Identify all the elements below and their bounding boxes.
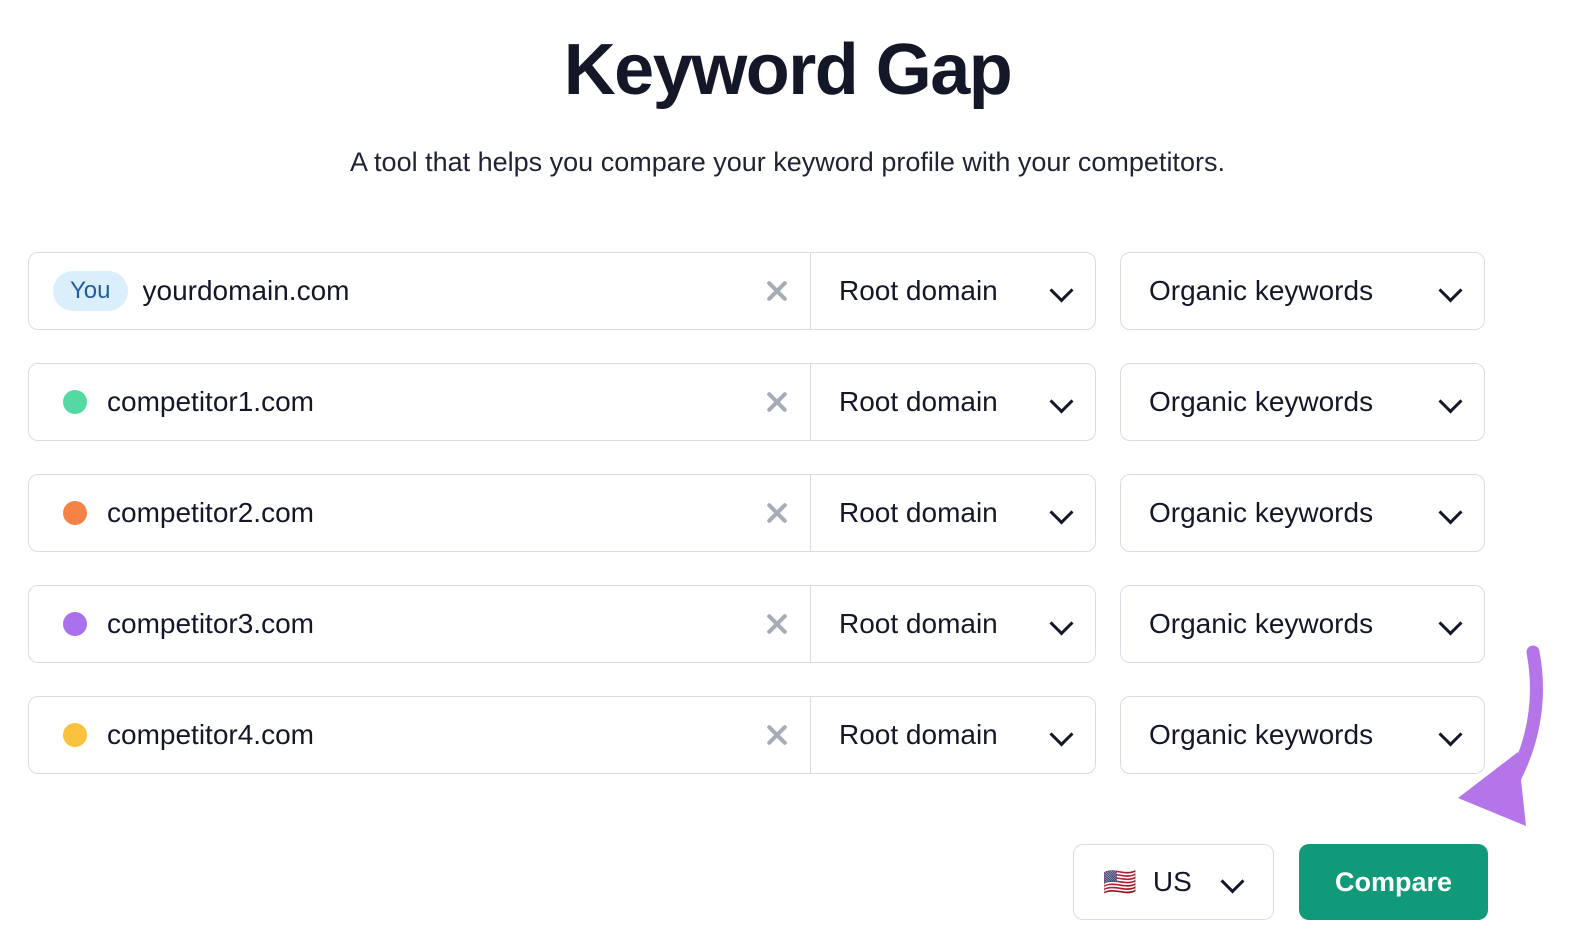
keyword-gap-page: Keyword Gap A tool that helps you compar… — [0, 0, 1575, 951]
page-title: Keyword Gap — [563, 30, 1013, 110]
footer-actions: 🇺🇸 US Compare — [28, 843, 1488, 921]
chevron-down-icon — [1440, 502, 1462, 524]
domain-value: competitor3.com — [107, 608, 314, 639]
domain-row: competitor1.com Root domain Organic keyw… — [28, 363, 1488, 441]
close-icon[interactable] — [760, 385, 794, 419]
metric-select-4[interactable]: Organic keywords — [1120, 696, 1485, 774]
scope-select-4[interactable]: Root domain — [811, 697, 1095, 773]
domain-rows-list: You yourdomain.com Root domain Organic k… — [28, 252, 1488, 807]
domain-input-4[interactable]: competitor4.com — [29, 697, 811, 773]
chevron-down-icon — [1051, 391, 1073, 413]
domain-value: yourdomain.com — [142, 275, 350, 306]
country-select-label: US — [1152, 866, 1192, 897]
domain-input-group-3: competitor3.com Root domain — [28, 585, 1096, 663]
domain-input-0[interactable]: You yourdomain.com — [29, 253, 811, 329]
competitor-color-dot — [63, 390, 87, 414]
chevron-down-icon — [1051, 613, 1073, 635]
close-icon[interactable] — [760, 274, 794, 308]
domain-input-1[interactable]: competitor1.com — [29, 364, 811, 440]
scope-select-label: Root domain — [839, 497, 998, 528]
domain-input-group-0: You yourdomain.com Root domain — [28, 252, 1096, 330]
us-flag-icon: 🇺🇸 — [1103, 866, 1137, 897]
country-select[interactable]: 🇺🇸 US — [1073, 844, 1274, 920]
domain-input-3[interactable]: competitor3.com — [29, 586, 811, 662]
metric-select-2[interactable]: Organic keywords — [1120, 474, 1485, 552]
scope-select-1[interactable]: Root domain — [811, 364, 1095, 440]
metric-select-label: Organic keywords — [1149, 608, 1374, 639]
domain-input-group-4: competitor4.com Root domain — [28, 696, 1096, 774]
metric-select-label: Organic keywords — [1149, 275, 1374, 306]
scope-select-label: Root domain — [839, 386, 998, 417]
chevron-down-icon — [1051, 502, 1073, 524]
competitor-color-dot — [63, 501, 87, 525]
close-icon[interactable] — [760, 607, 794, 641]
metric-select-label: Organic keywords — [1149, 719, 1374, 750]
page-subtitle: A tool that helps you compare your keywo… — [350, 147, 1225, 177]
domain-value: competitor4.com — [107, 719, 314, 750]
you-badge: You — [53, 271, 128, 311]
domain-row: competitor3.com Root domain Organic keyw… — [28, 585, 1488, 663]
metric-select-label: Organic keywords — [1149, 386, 1374, 417]
scope-select-0[interactable]: Root domain — [811, 253, 1095, 329]
chevron-down-icon — [1440, 280, 1462, 302]
scope-select-3[interactable]: Root domain — [811, 586, 1095, 662]
chevron-down-icon — [1440, 391, 1462, 413]
domain-value: competitor2.com — [107, 497, 314, 528]
close-icon[interactable] — [760, 718, 794, 752]
domain-input-2[interactable]: competitor2.com — [29, 475, 811, 551]
domain-row: competitor4.com Root domain Organic keyw… — [28, 696, 1488, 774]
competitor-color-dot — [63, 723, 87, 747]
domain-row: competitor2.com Root domain Organic keyw… — [28, 474, 1488, 552]
domain-value: competitor1.com — [107, 386, 314, 417]
chevron-down-icon — [1440, 613, 1462, 635]
close-icon[interactable] — [760, 496, 794, 530]
metric-select-3[interactable]: Organic keywords — [1120, 585, 1485, 663]
domain-input-group-1: competitor1.com Root domain — [28, 363, 1096, 441]
metric-select-1[interactable]: Organic keywords — [1120, 363, 1485, 441]
scope-select-2[interactable]: Root domain — [811, 475, 1095, 551]
chevron-down-icon — [1440, 724, 1462, 746]
scope-select-label: Root domain — [839, 719, 998, 750]
chevron-down-icon — [1051, 280, 1073, 302]
scope-select-label: Root domain — [839, 608, 998, 639]
metric-select-label: Organic keywords — [1149, 497, 1374, 528]
domain-input-group-2: competitor2.com Root domain — [28, 474, 1096, 552]
domain-row: You yourdomain.com Root domain Organic k… — [28, 252, 1488, 330]
chevron-down-icon — [1222, 871, 1244, 893]
scope-select-label: Root domain — [839, 275, 998, 306]
compare-button[interactable]: Compare — [1299, 844, 1488, 920]
metric-select-0[interactable]: Organic keywords — [1120, 252, 1485, 330]
chevron-down-icon — [1051, 724, 1073, 746]
competitor-color-dot — [63, 612, 87, 636]
